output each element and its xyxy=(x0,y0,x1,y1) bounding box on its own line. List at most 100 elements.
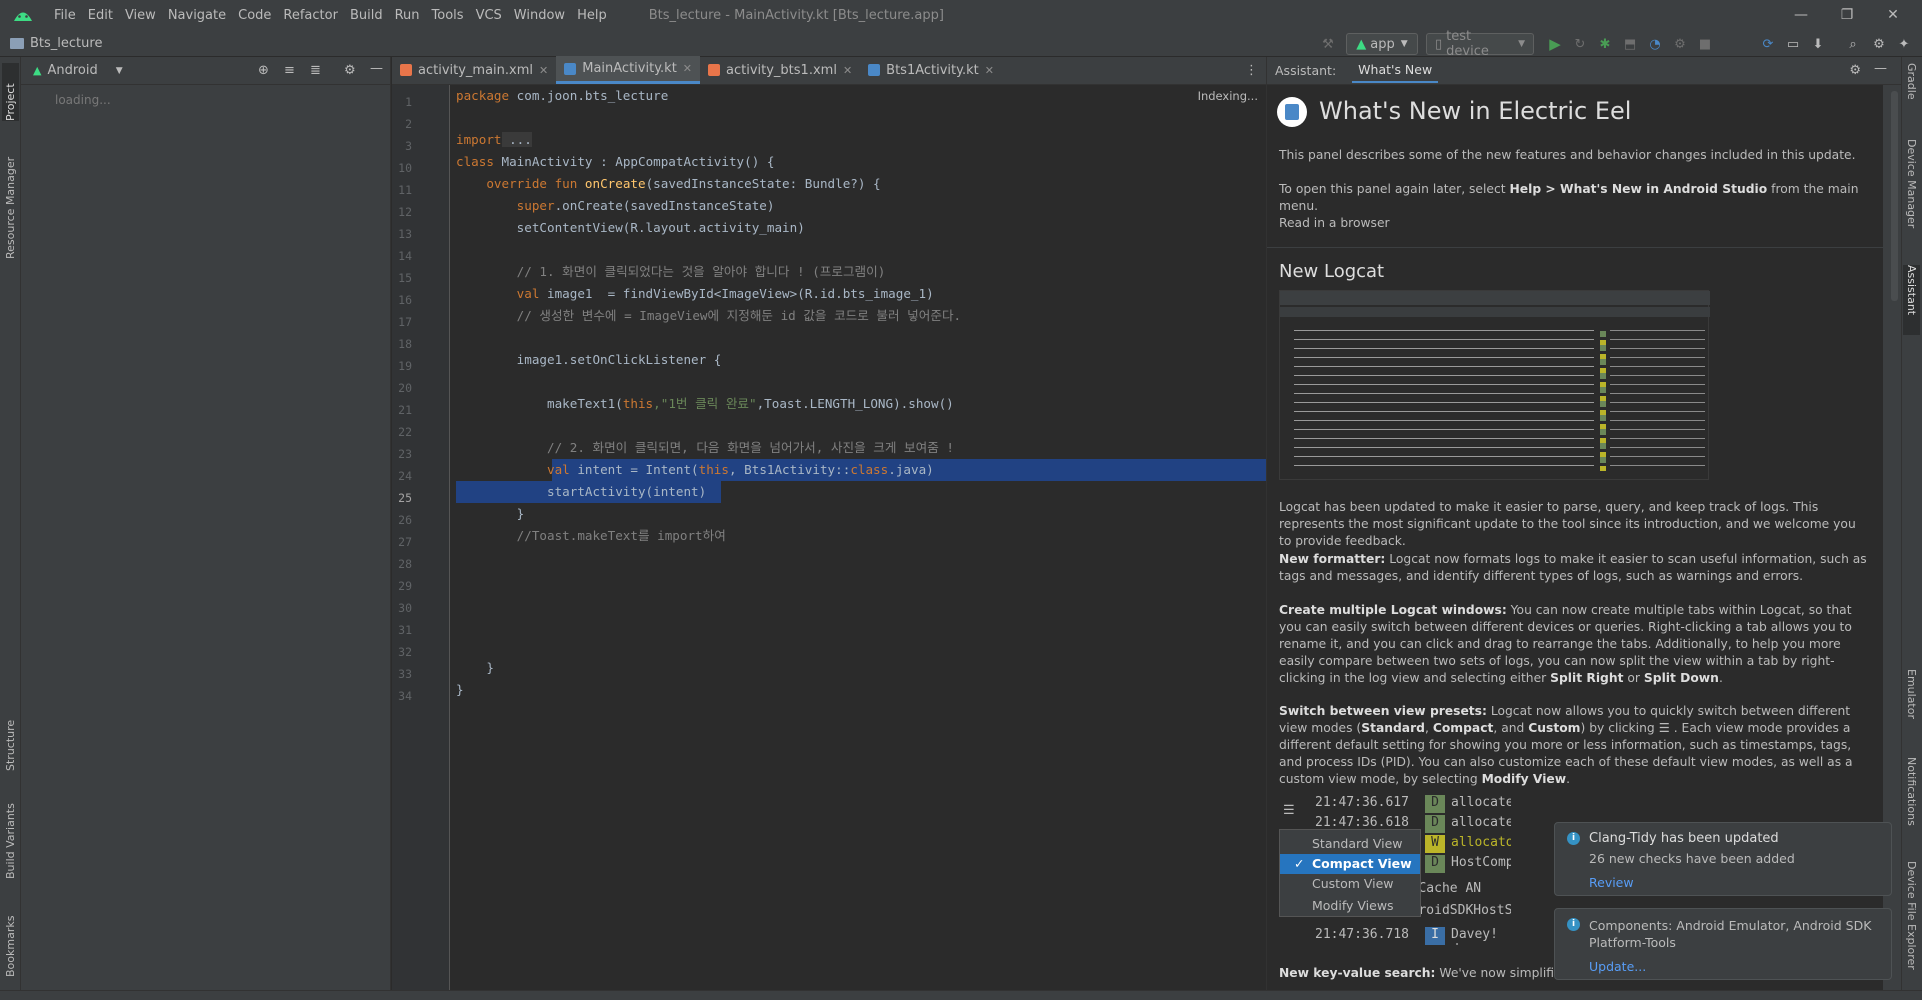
view-presets-menu: Standard View ✓ Compact View Custom View… xyxy=(1279,829,1421,917)
chevron-down-icon[interactable]: ▼ xyxy=(116,66,123,76)
rerun-icon[interactable]: ↻ xyxy=(1569,33,1591,55)
chevron-down-icon: ▼ xyxy=(1518,39,1525,49)
menu-file[interactable]: File xyxy=(48,8,82,23)
menu-run[interactable]: Run xyxy=(389,8,426,23)
code-line: //Toast.makeText를 import하여 xyxy=(456,528,726,543)
info-icon: i xyxy=(1567,832,1580,845)
maximize-button[interactable]: ❐ xyxy=(1824,0,1870,30)
breadcrumb[interactable]: Bts_lecture xyxy=(10,36,102,51)
more-tabs-icon[interactable]: ⋮ xyxy=(1245,63,1258,78)
profile-icon[interactable]: ◔ xyxy=(1644,33,1666,55)
updates-icon[interactable]: ✦ xyxy=(1893,33,1915,55)
tab-main-activity-kt[interactable]: MainActivity.kt ✕ xyxy=(556,56,701,84)
locate-icon[interactable]: ⊕ xyxy=(258,63,269,78)
tab-bookmarks[interactable]: Bookmarks xyxy=(2,897,19,977)
section-title-logcat: New Logcat xyxy=(1279,261,1385,282)
project-view-select[interactable]: Android xyxy=(47,63,97,78)
tab-label: Bts1Activity.kt xyxy=(886,62,979,78)
tab-notifications[interactable]: Notifications xyxy=(1903,757,1920,851)
line-gutter: 1 2 3 10 11 12 13 14 15 16 17 18 19 20 2… xyxy=(392,85,450,990)
left-tool-strip: Project Resource Manager Structure Build… xyxy=(0,57,21,990)
collapse-all-icon[interactable]: ≣ xyxy=(310,63,321,78)
intro-paragraph: This panel describes some of the new fea… xyxy=(1279,148,1856,162)
tab-emulator[interactable]: Emulator xyxy=(1903,669,1920,739)
code-line: makeText1(this,"1번 클릭 완료",Toast.LENGTH_L… xyxy=(456,396,954,411)
close-icon[interactable]: ✕ xyxy=(985,64,994,77)
tab-device-manager[interactable]: Device Manager xyxy=(1903,139,1920,257)
code-line: } xyxy=(456,660,494,675)
code-line: import ... xyxy=(456,132,532,147)
line-number: 10 xyxy=(398,161,412,175)
notification-update-link[interactable]: Update... xyxy=(1589,959,1646,974)
status-bar xyxy=(0,990,1922,1000)
minimize-button[interactable]: — xyxy=(1778,0,1824,30)
menu-navigate[interactable]: Navigate xyxy=(162,8,232,23)
android-studio-logo-icon xyxy=(1277,97,1307,127)
close-icon[interactable]: ✕ xyxy=(539,64,548,77)
sdk-manager-icon[interactable]: ⬇ xyxy=(1807,33,1829,55)
attach-debugger-icon[interactable]: ⬒ xyxy=(1619,33,1641,55)
tab-structure[interactable]: Structure xyxy=(2,705,19,771)
coverage-icon[interactable]: ⚙ xyxy=(1669,33,1691,55)
menu-view[interactable]: View xyxy=(119,8,162,23)
scrollbar-thumb[interactable] xyxy=(1891,91,1898,301)
assistant-header: Assistant: What's New ⚙ — xyxy=(1267,57,1901,85)
options-gear-icon[interactable]: ⚙ xyxy=(344,63,356,78)
device-select[interactable]: ▯ test device ▼ xyxy=(1426,29,1534,59)
menu-vcs[interactable]: VCS xyxy=(470,8,508,23)
line-number: 1 xyxy=(405,95,412,109)
tab-resource-manager[interactable]: Resource Manager xyxy=(2,139,19,259)
run-icon[interactable]: ▶ xyxy=(1544,33,1566,55)
tab-activity-main-xml[interactable]: activity_main.xml ✕ xyxy=(392,56,556,84)
expand-all-icon[interactable]: ≡ xyxy=(284,63,295,78)
menu-refactor[interactable]: Refactor xyxy=(277,8,344,23)
menu-edit[interactable]: Edit xyxy=(82,8,119,23)
project-name: Bts_lecture xyxy=(30,35,103,51)
line-number: 19 xyxy=(398,359,412,373)
line-number: 21 xyxy=(398,403,412,417)
run-config-select[interactable]: ▲ app ▼ xyxy=(1346,33,1418,55)
tab-device-file-explorer[interactable]: Device File Explorer xyxy=(1903,861,1920,987)
close-icon[interactable]: ✕ xyxy=(683,62,692,75)
editor-tabs: activity_main.xml ✕ MainActivity.kt ✕ ac… xyxy=(392,56,1266,85)
close-button[interactable]: ✕ xyxy=(1870,0,1916,30)
view-presets-paragraph: Switch between view presets: Logcat now … xyxy=(1279,704,1853,786)
tab-gradle[interactable]: Gradle xyxy=(1903,63,1920,121)
code-editor: activity_main.xml ✕ MainActivity.kt ✕ ac… xyxy=(392,56,1266,990)
search-icon[interactable]: ⌕ xyxy=(1842,33,1864,55)
android-studio-logo-icon xyxy=(14,12,32,21)
sync-gradle-icon[interactable]: ⟳ xyxy=(1757,33,1779,55)
tab-assistant[interactable]: Assistant xyxy=(1903,265,1920,335)
tab-activity-bts1-xml[interactable]: activity_bts1.xml ✕ xyxy=(700,56,860,84)
notification-clang-tidy: i Clang-Tidy has been updated 26 new che… xyxy=(1554,822,1892,896)
settings-gear-icon[interactable]: ⚙ xyxy=(1868,33,1890,55)
logcat-screenshot-image xyxy=(1279,290,1710,480)
stop-icon[interactable]: ■ xyxy=(1694,33,1716,55)
menu-help[interactable]: Help xyxy=(571,8,613,23)
tab-bts1-activity-kt[interactable]: Bts1Activity.kt ✕ xyxy=(860,56,1002,84)
code-area[interactable]: Indexing... package com.joon.bts_lecture… xyxy=(450,85,1266,990)
tab-build-variants[interactable]: Build Variants xyxy=(2,789,19,879)
options-gear-icon[interactable]: ⚙ xyxy=(1849,63,1861,78)
read-in-browser-link[interactable]: Read in a browser xyxy=(1279,215,1390,232)
hammer-icon[interactable]: ⚒ xyxy=(1318,33,1338,55)
chevron-down-icon: ▼ xyxy=(1400,39,1408,49)
menu-code[interactable]: Code xyxy=(232,8,277,23)
line-number: 11 xyxy=(398,183,412,197)
hide-panel-icon[interactable]: — xyxy=(370,61,383,76)
menu-build[interactable]: Build xyxy=(344,8,389,23)
tab-whats-new[interactable]: What's New xyxy=(1352,58,1439,83)
menu-window[interactable]: Window xyxy=(508,8,571,23)
menu-tools[interactable]: Tools xyxy=(426,8,470,23)
code-line: // 생성한 변수에 = ImageView에 지정해둔 id 값을 코드로 불… xyxy=(456,308,962,323)
line-number: 16 xyxy=(398,293,412,307)
kotlin-file-icon xyxy=(564,62,577,75)
debug-icon[interactable]: ✱ xyxy=(1594,33,1616,55)
tab-project[interactable]: Project xyxy=(2,63,19,121)
notification-review-link[interactable]: Review xyxy=(1589,875,1634,890)
device-manager-icon[interactable]: ▭ xyxy=(1782,33,1804,55)
line-number: 3 xyxy=(405,139,412,153)
close-icon[interactable]: ✕ xyxy=(843,64,852,77)
line-number: 17 xyxy=(398,315,412,329)
hide-panel-icon[interactable]: — xyxy=(1874,61,1887,76)
